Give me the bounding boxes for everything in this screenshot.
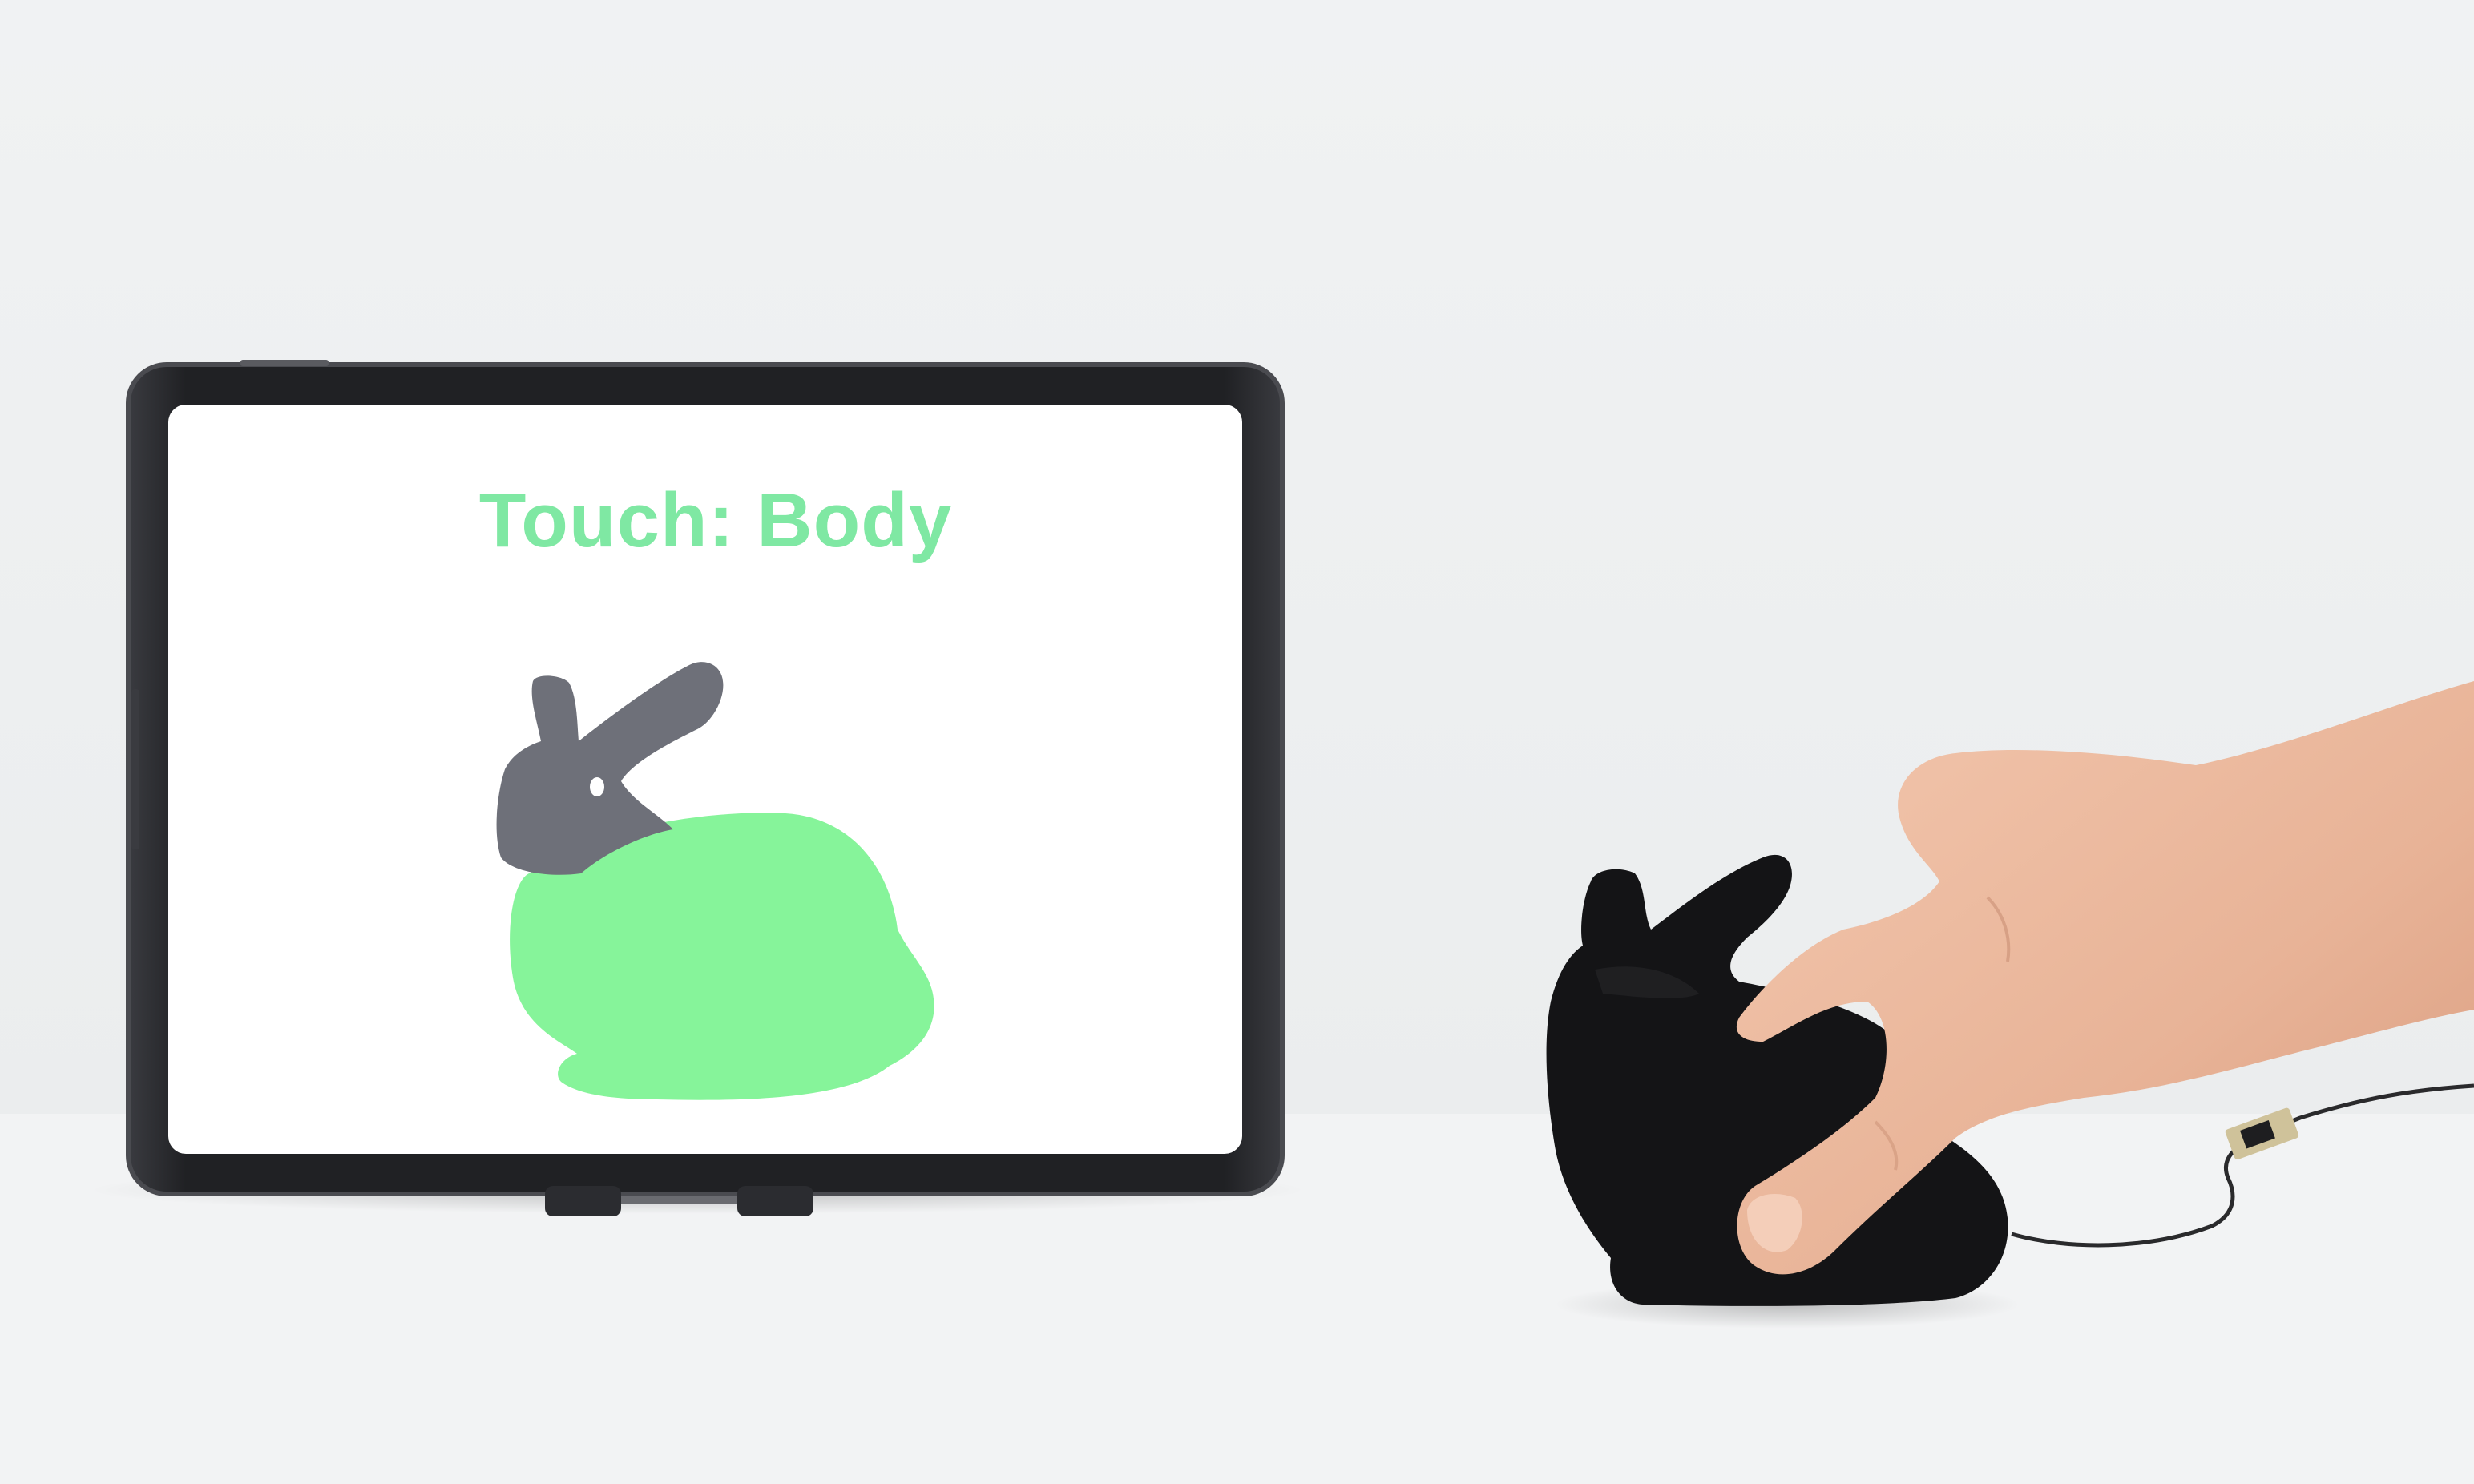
photo-scene: Touch: Body (0, 0, 2474, 1484)
stand-clip-left (545, 1186, 621, 1216)
bunny-eye (590, 777, 604, 796)
stand-rod (621, 1196, 737, 1204)
scene-drawing (0, 0, 2474, 1484)
stand-clip-right (737, 1186, 813, 1216)
side-button (264, 360, 313, 366)
touch-label: Touch: Body (478, 478, 953, 563)
magnetic-connector (131, 689, 139, 849)
